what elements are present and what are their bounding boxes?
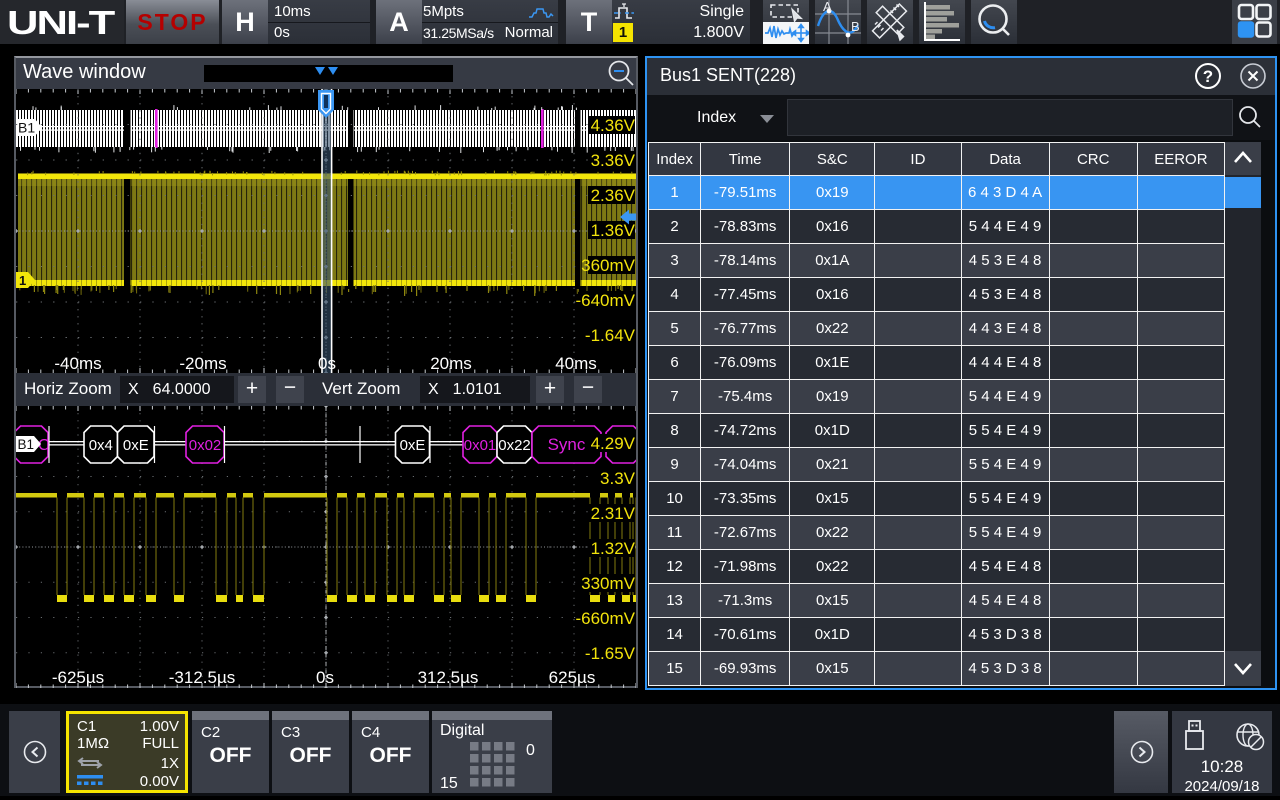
- svg-text:0x22: 0x22: [498, 437, 531, 454]
- svg-text:0x01: 0x01: [464, 437, 497, 454]
- svg-text:20ms: 20ms: [430, 354, 472, 373]
- svg-text:-1.65V: -1.65V: [585, 644, 636, 663]
- svg-text:1: 1: [19, 273, 26, 288]
- svg-text:A: A: [823, 0, 832, 14]
- svg-text:3.3V: 3.3V: [600, 469, 636, 488]
- svg-text:40ms: 40ms: [555, 354, 597, 373]
- svg-text:B1: B1: [18, 120, 35, 136]
- svg-text:-40ms: -40ms: [54, 354, 101, 373]
- svg-text:Sync: Sync: [548, 435, 586, 454]
- svg-text:330mV: 330mV: [581, 574, 636, 593]
- svg-text:2.36V: 2.36V: [591, 186, 636, 205]
- svg-text:312.5µs: 312.5µs: [418, 668, 479, 687]
- svg-text:C: C: [38, 437, 50, 454]
- svg-text:2.31V: 2.31V: [591, 504, 636, 523]
- svg-text:360mV: 360mV: [581, 256, 636, 275]
- svg-text:0x02: 0x02: [189, 437, 222, 454]
- svg-text:4.36V: 4.36V: [591, 116, 636, 135]
- svg-text:-625µs: -625µs: [52, 668, 104, 687]
- svg-text:0s: 0s: [316, 668, 334, 687]
- svg-text:-20ms: -20ms: [179, 354, 226, 373]
- svg-text:-312.5µs: -312.5µs: [169, 668, 236, 687]
- svg-text:0x4: 0x4: [89, 437, 113, 454]
- svg-text:3.36V: 3.36V: [591, 151, 636, 170]
- svg-text:-640mV: -640mV: [575, 291, 635, 310]
- svg-text:B: B: [851, 19, 860, 34]
- svg-text:-1.64V: -1.64V: [585, 326, 636, 345]
- svg-text:0xE: 0xE: [400, 437, 426, 454]
- svg-text:-660mV: -660mV: [575, 609, 635, 628]
- svg-text:4.29V: 4.29V: [591, 434, 636, 453]
- svg-text:625µs: 625µs: [549, 668, 596, 687]
- svg-text:0s: 0s: [318, 354, 336, 373]
- svg-text:0xE: 0xE: [123, 437, 149, 454]
- svg-text:1.32V: 1.32V: [591, 539, 636, 558]
- svg-text:?: ?: [1203, 67, 1213, 86]
- svg-text:B1: B1: [18, 437, 35, 452]
